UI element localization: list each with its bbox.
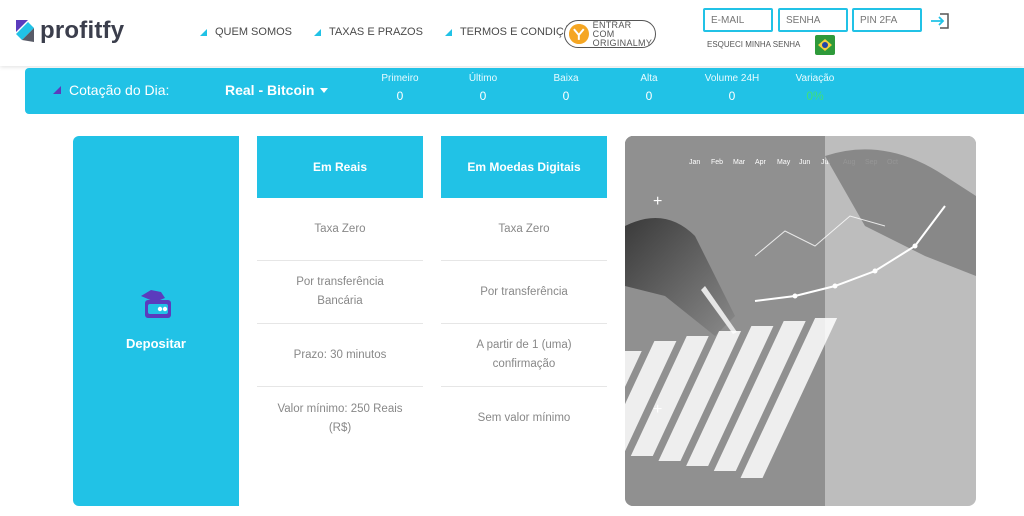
wallet-card-icon bbox=[141, 289, 171, 318]
stat-label: Volume 24H bbox=[704, 73, 760, 84]
main-nav: QUEM SOMOS TAXAS E PRAZOS TERMOS E CONDI… bbox=[200, 26, 587, 38]
stat-value: 0 bbox=[479, 89, 487, 103]
month-label: Jun bbox=[799, 159, 810, 166]
list-item: Taxa Zero bbox=[441, 198, 607, 261]
email-field[interactable] bbox=[703, 8, 773, 32]
list-item: Por transferência Bancária bbox=[257, 261, 423, 324]
column-em-moedas-digitais: Em Moedas Digitais Taxa Zero Por transfe… bbox=[441, 136, 607, 450]
originalmy-line1: ENTRAR COM bbox=[592, 19, 632, 39]
deposit-panel[interactable]: Depositar bbox=[73, 136, 239, 506]
list-item: Por transferência bbox=[441, 261, 607, 324]
list-item: Prazo: 30 minutos bbox=[257, 324, 423, 387]
flag-globe bbox=[822, 42, 828, 48]
pin-2fa-field[interactable] bbox=[852, 8, 922, 32]
stat-variacao: Variação 0% bbox=[780, 73, 850, 103]
list-item: Taxa Zero bbox=[257, 198, 423, 261]
svg-text:+: + bbox=[653, 193, 662, 210]
nav-item-quem-somos[interactable]: QUEM SOMOS bbox=[200, 26, 292, 38]
stat-label: Variação bbox=[795, 73, 835, 84]
stat-alta: Alta 0 bbox=[614, 73, 684, 103]
stat-volume-24h: Volume 24H 0 bbox=[697, 73, 767, 103]
column-em-reais: Em Reais Taxa Zero Por transferência Ban… bbox=[257, 136, 423, 450]
brazil-flag-icon[interactable] bbox=[815, 35, 835, 55]
list-item: Valor mínimo: 250 Reais (R$) bbox=[277, 402, 403, 434]
originalmy-label: ENTRAR COM ORIGINALMY bbox=[592, 19, 655, 48]
month-label: Apr bbox=[755, 159, 767, 166]
stat-primeiro: Primeiro 0 bbox=[365, 73, 435, 103]
column-header: Em Reais bbox=[257, 136, 423, 198]
originalmy-icon bbox=[569, 24, 589, 44]
stat-value: 0 bbox=[728, 89, 736, 103]
brand-logo[interactable]: profitfy bbox=[14, 17, 124, 45]
top-header: profitfy QUEM SOMOS TAXAS E PRAZOS TERMO… bbox=[0, 0, 1024, 66]
password-field[interactable] bbox=[778, 8, 848, 32]
forgot-password-link[interactable]: ESQUECI MINHA SENHA bbox=[707, 40, 800, 49]
triangle-icon bbox=[200, 28, 207, 36]
login-arrow-icon[interactable] bbox=[928, 10, 952, 32]
stat-baixa: Baixa 0 bbox=[531, 73, 601, 103]
currency-pair-dropdown[interactable]: Real - Bitcoin bbox=[225, 82, 329, 98]
stat-value: 0% bbox=[806, 89, 824, 103]
stat-ultimo: Último 0 bbox=[448, 73, 518, 103]
originalmy-line2: ORIGINALMY bbox=[592, 37, 653, 48]
profitfy-logo-icon bbox=[16, 20, 34, 42]
stat-value: 0 bbox=[645, 89, 653, 103]
triangle-icon bbox=[314, 28, 322, 36]
deposit-label: Depositar bbox=[126, 335, 186, 351]
analytics-illustration: JanFebMarAprMayJunJulAugSepOct + + bbox=[625, 136, 976, 506]
column-header: Em Moedas Digitais bbox=[441, 136, 607, 198]
triangle-icon bbox=[444, 28, 452, 36]
currency-pair-label: Real - Bitcoin bbox=[225, 82, 315, 98]
nav-label: QUEM SOMOS bbox=[215, 26, 293, 38]
stat-value: 0 bbox=[562, 89, 570, 103]
stat-label: Último bbox=[468, 73, 498, 84]
originalmy-login-button[interactable]: ENTRAR COM ORIGINALMY bbox=[564, 20, 656, 48]
stat-label: Baixa bbox=[553, 73, 579, 84]
list-item: Sem valor mínimo bbox=[477, 412, 571, 424]
svg-text:+: + bbox=[653, 401, 662, 418]
list-item: A partir de 1 (uma) confirmação bbox=[441, 324, 607, 387]
stat-label: Primeiro bbox=[381, 73, 419, 84]
month-label: Feb bbox=[711, 159, 723, 166]
month-label: Jan bbox=[689, 159, 700, 166]
stat-label: Alta bbox=[640, 73, 658, 84]
month-label: May bbox=[777, 159, 791, 166]
brand-name: profitfy bbox=[40, 17, 125, 44]
ticker-title-text: Cotação do Dia: bbox=[69, 82, 170, 98]
nav-item-taxas-prazos[interactable]: TAXAS E PRAZOS bbox=[314, 26, 423, 38]
nav-label: TAXAS E PRAZOS bbox=[329, 26, 423, 38]
triangle-icon bbox=[53, 86, 61, 94]
month-label: Mar bbox=[733, 159, 746, 166]
stat-value: 0 bbox=[396, 89, 404, 103]
analytics-hero-image: JanFebMarAprMayJunJulAugSepOct + + bbox=[625, 136, 976, 506]
quote-ticker-bar: Cotação do Dia: Real - Bitcoin Primeiro … bbox=[25, 68, 1024, 114]
chevron-down-icon bbox=[320, 87, 329, 93]
ticker-title: Cotação do Dia: bbox=[53, 82, 169, 98]
